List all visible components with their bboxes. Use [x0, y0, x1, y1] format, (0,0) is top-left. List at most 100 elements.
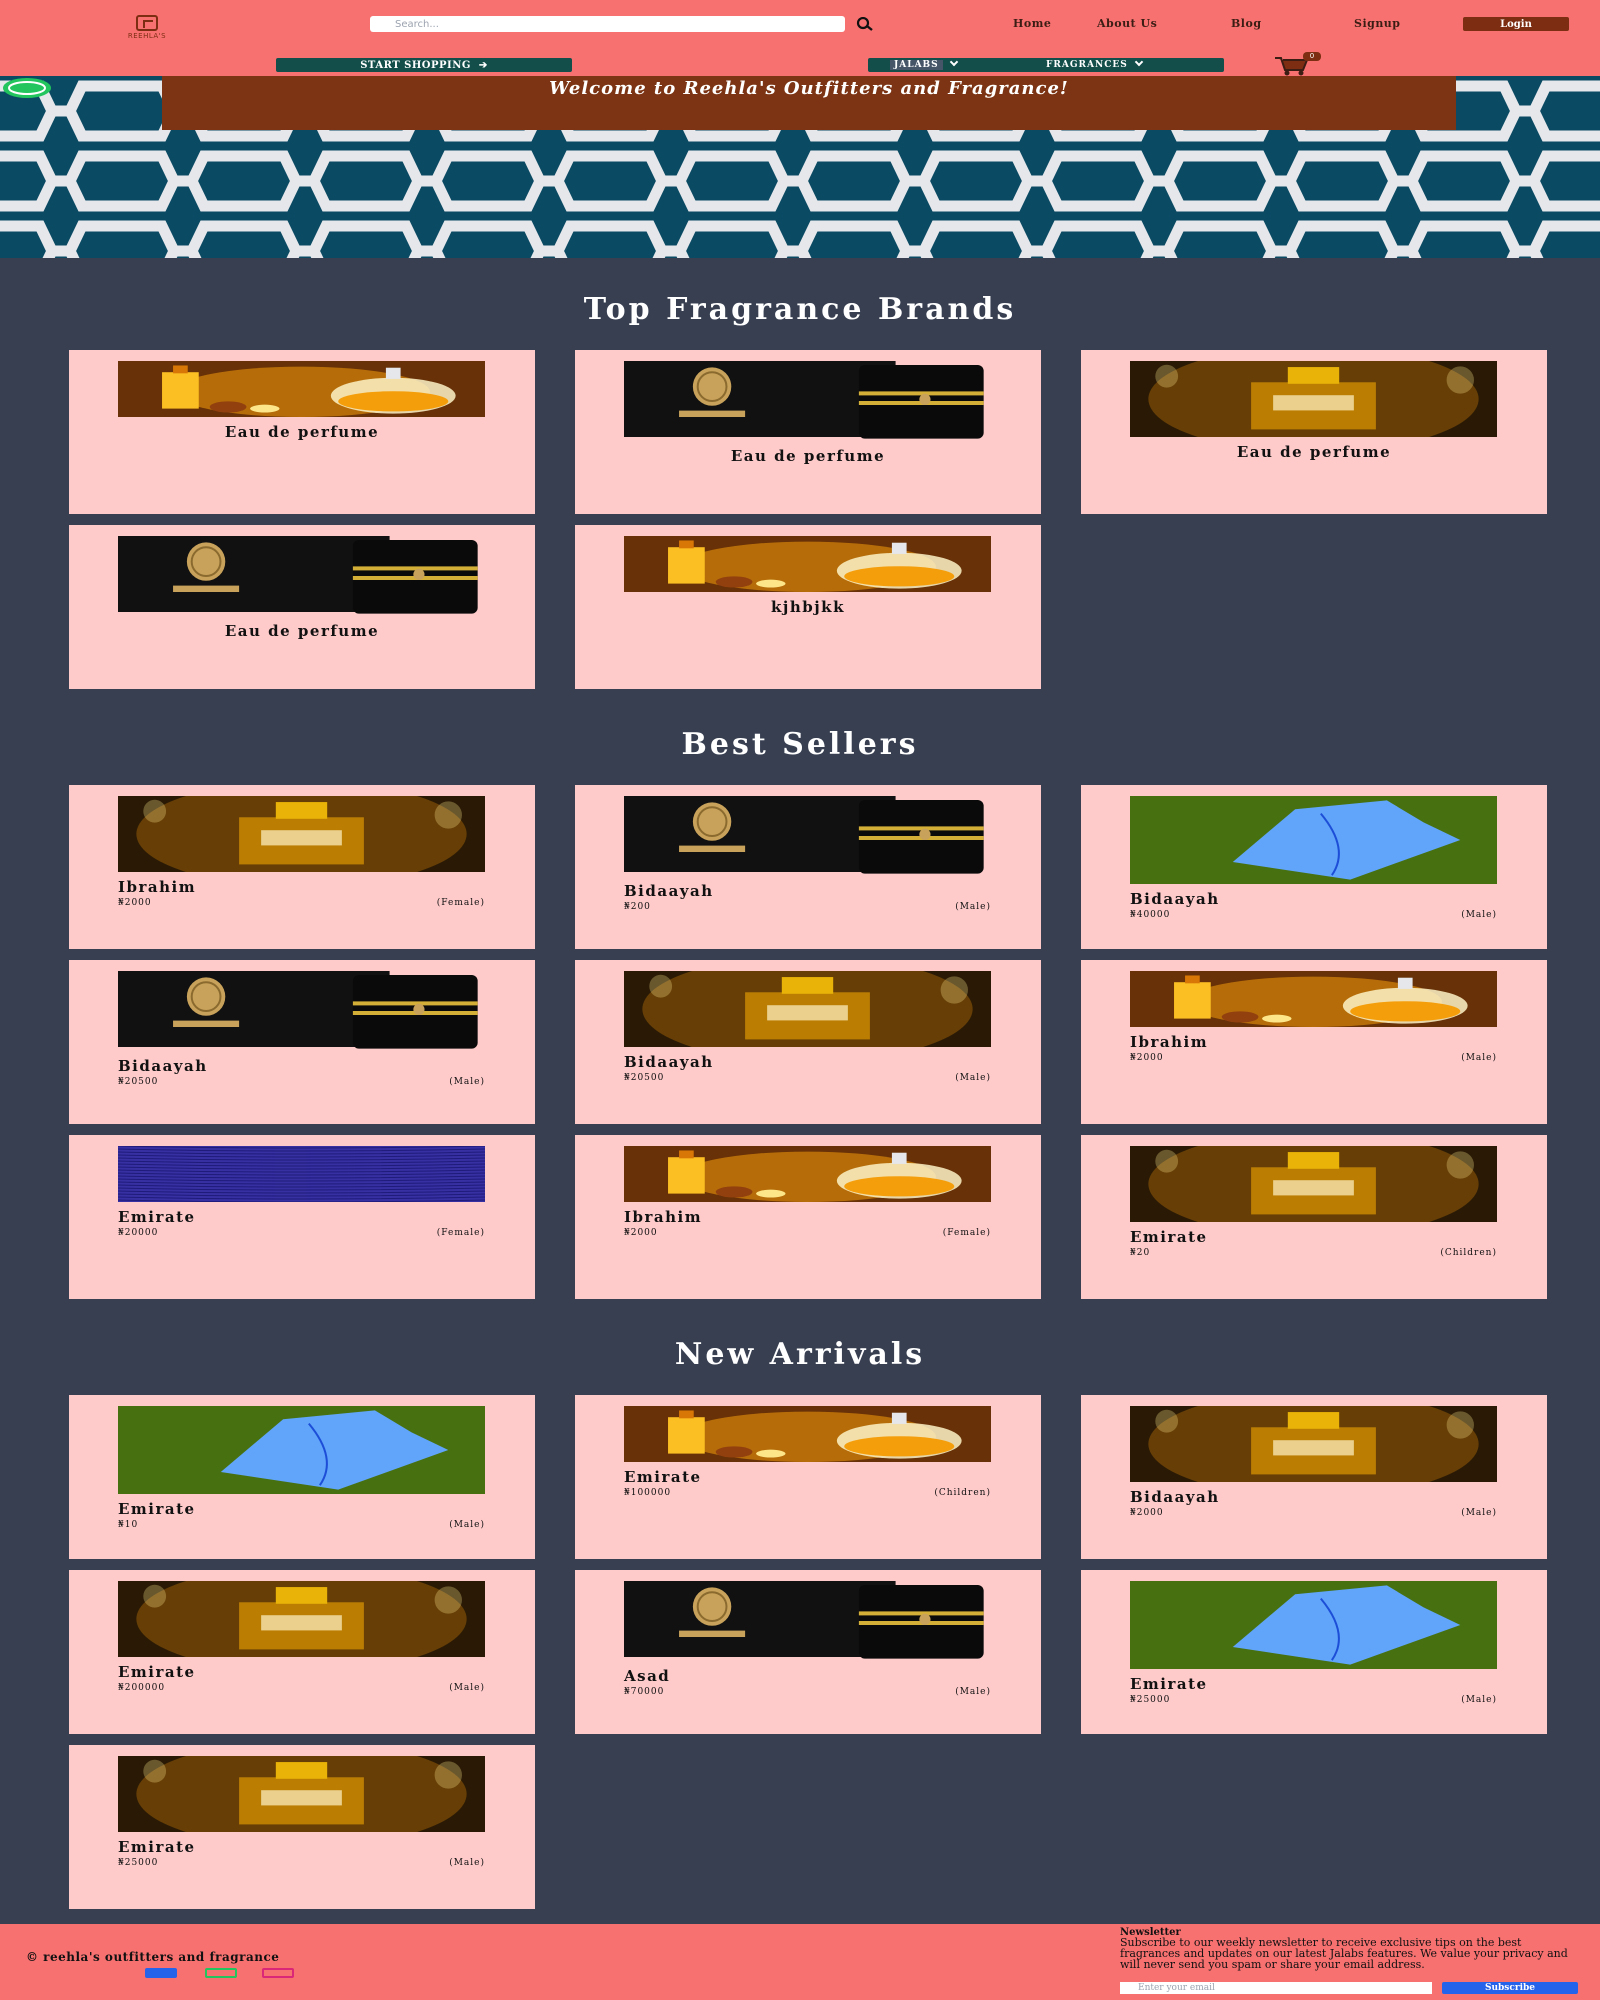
fragrances-label: FRAGRANCES: [1046, 60, 1128, 70]
brand-name[interactable]: Eau de perfume: [575, 447, 1041, 465]
fragrances-dropdown[interactable]: FRAGRANCES: [1046, 57, 1143, 72]
product-image[interactable]: [1130, 796, 1497, 884]
whatsapp-icon[interactable]: [205, 1968, 237, 1978]
search-input[interactable]: [370, 16, 845, 32]
product-name[interactable]: Bidaayah: [624, 1053, 714, 1071]
product-name[interactable]: Bidaayah: [1130, 890, 1220, 908]
product-image[interactable]: [118, 1146, 485, 1202]
product-gender: (Female): [942, 1228, 991, 1238]
product-price: ₦20500: [624, 1073, 665, 1083]
hero-title: Welcome to Reehla's Outfitters and Fragr…: [549, 78, 1069, 99]
nav-signup[interactable]: Signup: [1354, 17, 1401, 30]
subscribe-button[interactable]: Subscribe: [1442, 1982, 1578, 1994]
chevron-down-icon: [1134, 57, 1143, 67]
product-card[interactable]: Ibrahim ₦2000 (Female): [575, 1135, 1041, 1299]
product-image[interactable]: [624, 1146, 991, 1202]
product-price: ₦2000: [1130, 1508, 1164, 1518]
product-name[interactable]: Emirate: [1130, 1228, 1208, 1246]
product-image[interactable]: [118, 796, 485, 872]
copyright-text: © reehla's outfitters and fragrance: [26, 1950, 280, 1964]
product-price: ₦20: [1130, 1248, 1151, 1258]
product-name[interactable]: Asad: [624, 1667, 670, 1685]
whatsapp-icon[interactable]: [0, 76, 54, 100]
login-button[interactable]: Login: [1463, 17, 1569, 31]
product-price: ₦2000: [624, 1228, 658, 1238]
nav-home[interactable]: Home: [1013, 17, 1051, 30]
product-image[interactable]: [1130, 971, 1497, 1027]
product-gender: (Male): [955, 902, 991, 912]
product-card[interactable]: Eau de perfume: [575, 350, 1041, 514]
brand-name[interactable]: Eau de perfume: [69, 423, 535, 441]
product-image[interactable]: [1130, 361, 1497, 437]
nav-about-us[interactable]: About Us: [1097, 17, 1157, 30]
product-name[interactable]: Bidaayah: [1130, 1488, 1220, 1506]
product-card[interactable]: Emirate ₦200000 (Male): [69, 1570, 535, 1734]
product-card[interactable]: Eau de perfume: [69, 350, 535, 514]
jalabs-dropdown[interactable]: JALABS: [890, 57, 958, 72]
start-shopping-button[interactable]: START SHOPPING ➔: [276, 58, 572, 72]
product-card[interactable]: Eau de perfume: [1081, 350, 1547, 514]
product-name[interactable]: Emirate: [118, 1838, 196, 1856]
search-icon[interactable]: [855, 17, 873, 31]
product-card[interactable]: Emirate ₦20000 (Female): [69, 1135, 535, 1299]
product-card[interactable]: Bidaayah ₦200 (Male): [575, 785, 1041, 949]
product-name[interactable]: Bidaayah: [624, 882, 714, 900]
product-price: ₦40000: [1130, 910, 1171, 920]
product-image[interactable]: [624, 361, 991, 441]
product-image[interactable]: [624, 971, 991, 1047]
product-image[interactable]: [118, 1581, 485, 1657]
start-shopping-label: START SHOPPING: [360, 59, 471, 71]
product-card[interactable]: Emirate ₦25000 (Male): [69, 1745, 535, 1909]
product-card[interactable]: Bidaayah ₦20500 (Male): [69, 960, 535, 1124]
product-gender: (Male): [955, 1687, 991, 1697]
product-card[interactable]: Bidaayah ₦40000 (Male): [1081, 785, 1547, 949]
product-name[interactable]: Ibrahim: [1130, 1033, 1208, 1051]
product-image[interactable]: [118, 361, 485, 417]
product-image[interactable]: [118, 1756, 485, 1832]
product-name[interactable]: Ibrahim: [624, 1208, 702, 1226]
product-image[interactable]: [1130, 1581, 1497, 1669]
brand-name[interactable]: Eau de perfume: [1081, 443, 1547, 461]
product-image[interactable]: [1130, 1406, 1497, 1482]
site-header: REEHLA'S Home About Us Blog Signup Login…: [0, 0, 1600, 76]
newsletter-email-input[interactable]: [1120, 1982, 1432, 1994]
product-card[interactable]: Bidaayah ₦20500 (Male): [575, 960, 1041, 1124]
product-image[interactable]: [624, 1581, 991, 1661]
site-logo[interactable]: REEHLA'S: [108, 15, 186, 40]
cart-button[interactable]: 0: [1273, 52, 1321, 76]
product-card[interactable]: Bidaayah ₦2000 (Male): [1081, 1395, 1547, 1559]
product-card[interactable]: Ibrahim ₦2000 (Male): [1081, 960, 1547, 1124]
product-image[interactable]: [118, 536, 485, 616]
product-image[interactable]: [118, 971, 485, 1051]
product-name[interactable]: Emirate: [624, 1468, 702, 1486]
product-gender: (Male): [1461, 1508, 1497, 1518]
product-card[interactable]: Ibrahim ₦2000 (Female): [69, 785, 535, 949]
product-image[interactable]: [1130, 1146, 1497, 1222]
instagram-icon[interactable]: [262, 1968, 294, 1978]
brand-name[interactable]: kjhbjkk: [575, 598, 1041, 616]
product-card[interactable]: Emirate ₦10 (Male): [69, 1395, 535, 1559]
product-image[interactable]: [624, 536, 991, 592]
product-card[interactable]: Eau de perfume: [69, 525, 535, 689]
product-card[interactable]: Emirate ₦20 (Children): [1081, 1135, 1547, 1299]
product-card[interactable]: kjhbjkk: [575, 525, 1041, 689]
product-image[interactable]: [118, 1406, 485, 1494]
nav-blog[interactable]: Blog: [1231, 17, 1262, 30]
product-name[interactable]: Emirate: [118, 1208, 196, 1226]
product-gender: (Male): [449, 1858, 485, 1868]
product-gender: (Male): [1461, 1053, 1497, 1063]
product-image[interactable]: [624, 796, 991, 876]
product-name[interactable]: Bidaayah: [118, 1057, 208, 1075]
product-name[interactable]: Emirate: [118, 1663, 196, 1681]
product-name[interactable]: Emirate: [118, 1500, 196, 1518]
product-name[interactable]: Emirate: [1130, 1675, 1208, 1693]
product-card[interactable]: Emirate ₦25000 (Male): [1081, 1570, 1547, 1734]
brand-name[interactable]: Eau de perfume: [69, 622, 535, 640]
product-card[interactable]: Asad ₦70000 (Male): [575, 1570, 1041, 1734]
facebook-icon[interactable]: [145, 1968, 177, 1978]
product-name[interactable]: Ibrahim: [118, 878, 196, 896]
product-price: ₦20500: [118, 1077, 159, 1087]
product-image[interactable]: [624, 1406, 991, 1462]
product-card[interactable]: Emirate ₦100000 (Children): [575, 1395, 1041, 1559]
product-gender: (Female): [436, 898, 485, 908]
